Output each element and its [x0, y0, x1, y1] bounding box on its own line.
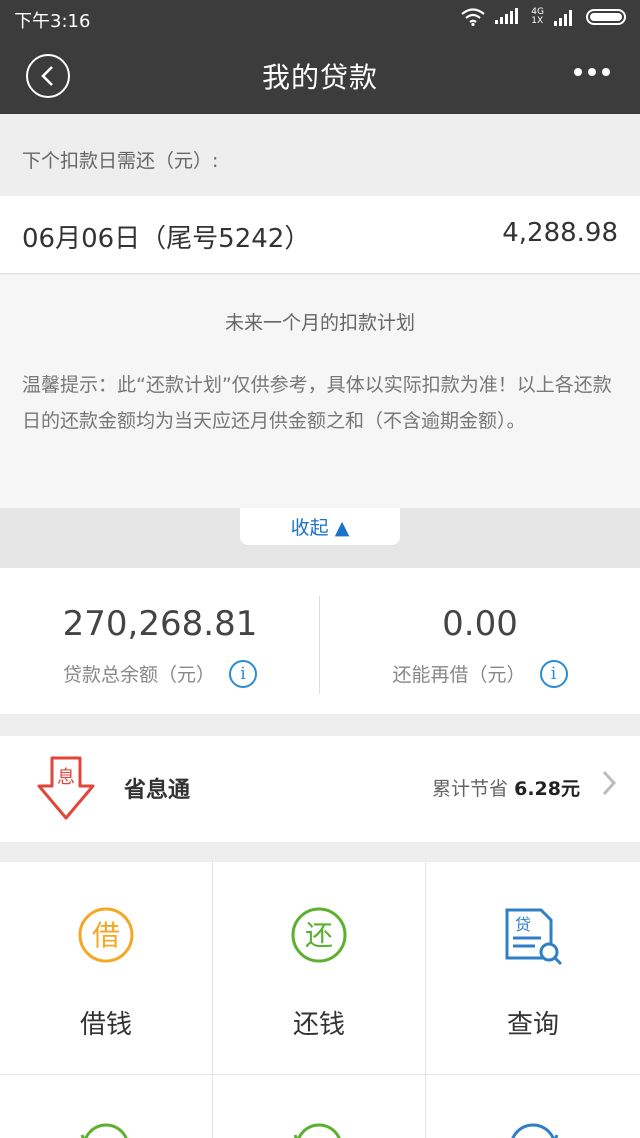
battery-icon [586, 9, 626, 25]
next-payment-label: 下个扣款日需还（元）: [22, 150, 219, 172]
status-bar: 下午3:16 4G 1X [0, 0, 640, 36]
signal-icon [554, 10, 572, 26]
svg-text:贷: 贷 [515, 915, 531, 934]
action-repay[interactable]: 还 还钱 [213, 862, 426, 1075]
more-dot [602, 68, 610, 76]
borrow-icon: 借 [78, 907, 134, 963]
reborrow-value: 0.00 [442, 604, 518, 644]
total-balance-label-row: 贷款总余额（元） i [0, 659, 320, 688]
more-dot [588, 68, 596, 76]
next-payment-header: 下个扣款日需还（元）: [0, 114, 640, 196]
more-button[interactable] [574, 68, 610, 76]
saver-amount: 6.28元 [514, 778, 580, 800]
plan-title: 未来一个月的扣款计划 [224, 312, 415, 334]
saver-icon-char: 息 [57, 767, 75, 788]
action-more-2[interactable] [213, 1075, 426, 1138]
interest-saver-row[interactable]: 息 省息通 累计节省 6.28元 [0, 736, 640, 842]
status-time: 下午3:16 [14, 11, 91, 32]
info-icon[interactable]: i [539, 659, 568, 688]
reborrow-balance: 0.00 还能再借（元） i [320, 568, 640, 714]
total-balance-value: 270,268.81 [62, 604, 258, 644]
reborrow-label: 还能再借（元） [392, 664, 526, 686]
action-grid: 借 借钱 还 还钱 贷 查询 [0, 862, 640, 1138]
collapse-strip: 收起 ▲ [0, 508, 640, 568]
svg-text:借: 借 [92, 919, 120, 952]
network-type: 4G 1X [531, 7, 544, 26]
collapse-button[interactable]: 收起 ▲ [240, 508, 400, 545]
refresh-icon [80, 1123, 128, 1138]
saver-prefix: 累计节省 [432, 778, 509, 800]
action-query[interactable]: 贷 查询 [426, 862, 640, 1075]
wifi-icon [461, 8, 485, 26]
chevron-right-icon [602, 770, 616, 796]
plan-tip: 温馨提示：此“还款计划”仅供参考，具体以实际扣款为准！以上各还款日的还款金额均为… [22, 374, 612, 432]
repayment-plan: 未来一个月的扣款计划 温馨提示：此“还款计划”仅供参考，具体以实际扣款为准！以上… [0, 275, 640, 508]
action-label: 借钱 [79, 1010, 132, 1040]
saver-name: 省息通 [124, 778, 191, 803]
action-borrow[interactable]: 借 借钱 [0, 862, 213, 1075]
action-more-1[interactable] [0, 1075, 213, 1138]
repay-icon: 还 [291, 907, 347, 963]
total-balance: 270,268.81 贷款总余额（元） i [0, 568, 320, 714]
action-label: 还钱 [292, 1010, 345, 1040]
action-label: 查询 [506, 1010, 559, 1040]
title-bar: 我的贷款 [0, 36, 640, 114]
refresh-icon [511, 1123, 559, 1138]
reborrow-label-row: 还能再借（元） i [320, 659, 640, 688]
saver-total: 累计节省 6.28元 [432, 774, 580, 801]
next-payment-amount: 4,288.98 [502, 218, 618, 248]
balance-panel: 270,268.81 贷款总余额（元） i 0.00 还能再借（元） i [0, 568, 640, 714]
next-payment-date: 06月06日（尾号5242） [22, 224, 311, 254]
interest-down-arrow-icon: 息 [37, 756, 95, 820]
info-icon[interactable]: i [229, 659, 257, 688]
more-dot [574, 68, 582, 76]
system-icons: 4G 1X [461, 6, 630, 28]
page-title: 我的贷款 [261, 61, 378, 94]
action-more-3[interactable] [426, 1075, 640, 1138]
refresh-icon [293, 1123, 341, 1138]
next-payment-row: 06月06日（尾号5242） 4,288.98 [0, 196, 640, 274]
total-balance-label: 贷款总余额（元） [62, 664, 215, 686]
loan-query-icon: 贷 [505, 908, 563, 966]
svg-text:还: 还 [305, 919, 333, 952]
